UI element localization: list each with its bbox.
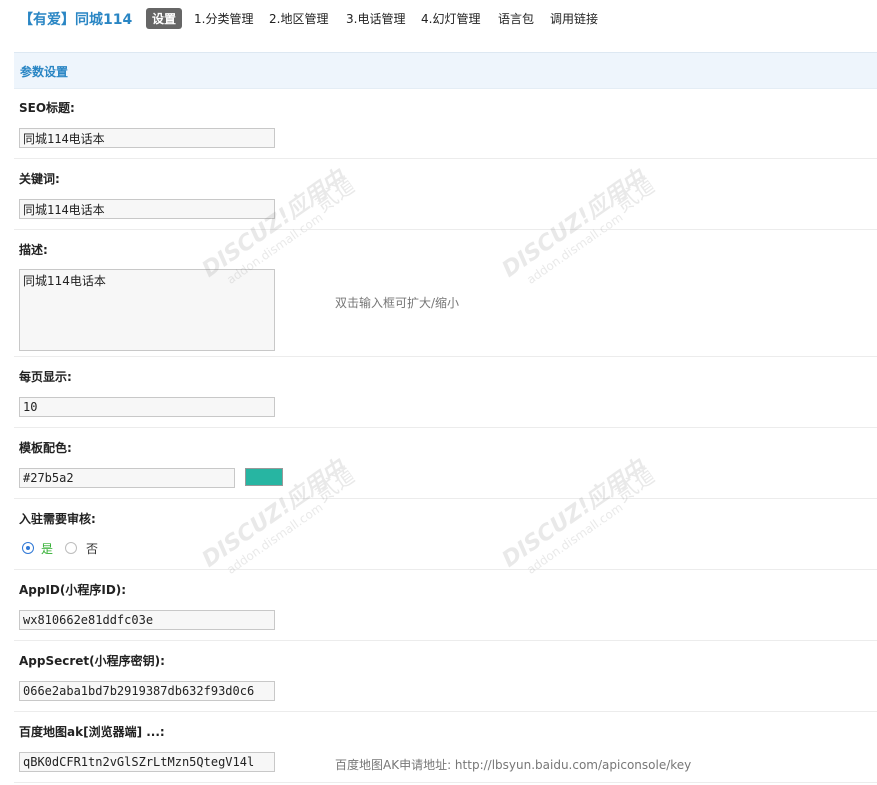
seo-title-label: SEO标题:	[19, 101, 75, 115]
color-picker-swatch[interactable]	[245, 468, 283, 486]
section-header: 参数设置	[14, 52, 877, 89]
description-textarea[interactable]: 同城114电话本	[19, 269, 275, 351]
plugin-title: 【有爱】同城114	[19, 12, 133, 28]
baidu-ak-label: 百度地图ak[浏览器端] ...:	[19, 725, 165, 739]
form-row-baidu-ak: 百度地图ak[浏览器端] ...: 百度地图AK申请地址: http://lbs…	[14, 712, 877, 783]
description-hint: 双击输入框可扩大/缩小	[335, 296, 460, 310]
form-row-description: 描述: 同城114电话本 双击输入框可扩大/缩小	[14, 230, 877, 357]
form-row-theme-color: 模板配色:	[14, 428, 877, 499]
section-title: 参数设置	[20, 65, 69, 79]
tab-region-manage[interactable]: 2.地区管理	[269, 10, 328, 27]
appsecret-label: AppSecret(小程序密钥):	[19, 654, 165, 668]
tab-category-manage[interactable]: 1.分类管理	[194, 10, 253, 27]
theme-color-label: 模板配色:	[19, 441, 72, 455]
form-row-seo-title: SEO标题:	[14, 88, 877, 159]
tab-language-pack[interactable]: 语言包	[498, 10, 534, 27]
form-row-review: 入驻需要审核: 是 否	[14, 499, 877, 570]
review-yes-radio[interactable]	[22, 542, 34, 554]
review-yes-label[interactable]: 是	[41, 540, 53, 557]
seo-title-input[interactable]	[19, 128, 275, 148]
review-no-label[interactable]: 否	[86, 540, 98, 557]
tab-phone-manage[interactable]: 3.电话管理	[346, 10, 405, 27]
review-label: 入驻需要审核:	[19, 512, 96, 526]
keywords-label: 关键词:	[19, 172, 60, 186]
theme-color-input[interactable]	[19, 468, 235, 488]
tab-call-links[interactable]: 调用链接	[550, 10, 598, 27]
baidu-ak-input[interactable]	[19, 752, 275, 772]
appid-input[interactable]	[19, 610, 275, 630]
keywords-input[interactable]	[19, 199, 275, 219]
form-row-appid: AppID(小程序ID):	[14, 570, 877, 641]
review-no-radio[interactable]	[65, 542, 77, 554]
tab-slide-manage[interactable]: 4.幻灯管理	[421, 10, 480, 27]
form-row-appsecret: AppSecret(小程序密钥):	[14, 641, 877, 712]
form-row-keywords: 关键词:	[14, 159, 877, 230]
per-page-input[interactable]	[19, 397, 275, 417]
form-row-per-page: 每页显示:	[14, 357, 877, 428]
tab-settings[interactable]: 设置	[146, 8, 183, 29]
description-label: 描述:	[19, 243, 48, 257]
per-page-label: 每页显示:	[19, 370, 72, 384]
appsecret-input[interactable]	[19, 681, 275, 701]
appid-label: AppID(小程序ID):	[19, 583, 127, 597]
baidu-ak-hint: 百度地图AK申请地址: http://lbsyun.baidu.com/apic…	[335, 758, 692, 772]
top-nav: 【有爱】同城114 设置 1.分类管理 2.地区管理 3.电话管理 4.幻灯管理…	[0, 0, 877, 36]
